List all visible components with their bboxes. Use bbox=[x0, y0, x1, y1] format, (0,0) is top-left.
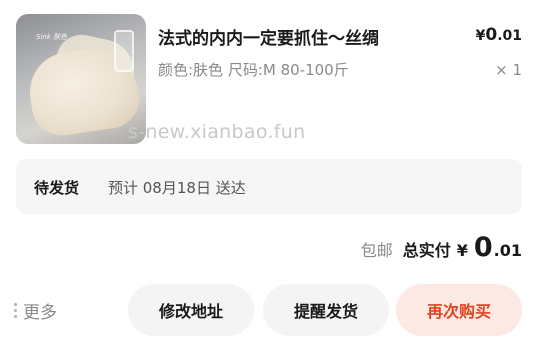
product-quantity: × 1 bbox=[495, 61, 522, 79]
order-total: 包邮 总实付 ¥ 0 .01 bbox=[361, 232, 522, 263]
watermark-text: s-new.xianbao.fun bbox=[128, 121, 306, 143]
buy-again-button[interactable]: 再次购买 bbox=[396, 284, 522, 336]
order-card: Sink 肤色 法式的内内一定要抓住～丝绸 颜色:肤色 尺码:M 80-100斤… bbox=[0, 0, 540, 344]
total-decimal: .01 bbox=[493, 241, 522, 260]
product-image[interactable]: Sink 肤色 bbox=[16, 14, 146, 144]
remind-shipping-button[interactable]: 提醒发货 bbox=[263, 284, 389, 336]
image-caption: Sink 肤色 bbox=[36, 33, 68, 41]
price-currency: ¥ bbox=[475, 28, 486, 44]
total-integer: 0 bbox=[473, 232, 493, 263]
product-spec: 颜色:肤色 尺码:M 80-100斤 bbox=[158, 61, 349, 79]
total-currency: ¥ bbox=[456, 241, 468, 260]
product-photo-glass bbox=[114, 30, 134, 72]
product-price: ¥0.01 bbox=[476, 25, 522, 45]
price-decimal: .01 bbox=[497, 28, 522, 44]
modify-address-button[interactable]: 修改地址 bbox=[128, 284, 254, 336]
shipping-status-bar[interactable]: 待发货 预计 08月18日 送达 bbox=[16, 159, 522, 214]
product-title[interactable]: 法式的内内一定要抓住～丝绸 bbox=[158, 24, 379, 49]
more-button[interactable]: 更多 bbox=[14, 298, 57, 323]
total-label: 总实付 bbox=[402, 241, 451, 260]
status-label: 待发货 bbox=[34, 179, 80, 197]
more-dots-icon bbox=[14, 303, 17, 318]
price-integer: 0 bbox=[485, 25, 498, 45]
more-label: 更多 bbox=[23, 303, 57, 323]
shipping-free-label: 包邮 bbox=[360, 241, 393, 260]
delivery-eta: 预计 08月18日 送达 bbox=[108, 179, 246, 197]
